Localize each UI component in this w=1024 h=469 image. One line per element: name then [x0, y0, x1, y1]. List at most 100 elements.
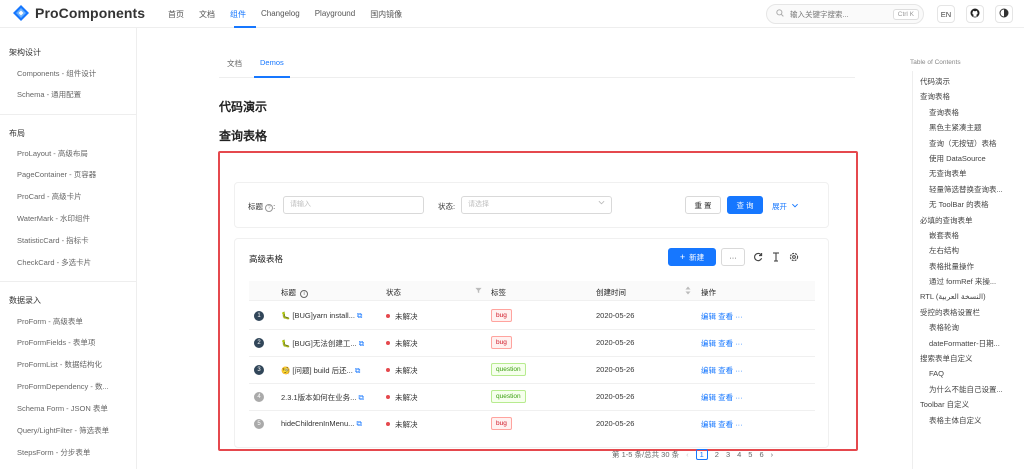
edit-link[interactable]: 编辑 — [701, 339, 716, 348]
view-link[interactable]: 查看 — [718, 393, 733, 402]
view-link[interactable]: 查看 — [718, 420, 733, 429]
more-actions-icon[interactable]: ··· — [735, 393, 743, 402]
sidebar-item-proformfields[interactable]: ProFormFields - 表单项 — [17, 337, 95, 348]
page-3[interactable]: 3 — [726, 450, 730, 459]
nav-playground[interactable]: Playground — [315, 9, 355, 20]
toc-item[interactable]: Toolbar 自定义 — [920, 399, 969, 410]
status-select[interactable]: 请选择 — [461, 196, 612, 214]
reset-button[interactable]: 重 置 — [685, 196, 721, 214]
toc-item[interactable]: 查询（无按钮）表格 — [929, 138, 997, 149]
new-button[interactable]: + 新建 — [668, 248, 716, 266]
sidebar-item-proform[interactable]: ProForm - 高级表单 — [17, 316, 83, 327]
prev-page-icon[interactable]: ‹ — [686, 450, 689, 459]
sort-icon[interactable] — [685, 286, 691, 297]
toc-item[interactable]: FAQ — [929, 369, 944, 378]
toc-item[interactable]: 表格批量操作 — [929, 261, 974, 272]
language-button[interactable]: EN — [937, 5, 955, 23]
logo[interactable]: ProComponents — [13, 5, 145, 21]
sidebar-item-stepsform[interactable]: StepsForm - 分步表单 — [17, 447, 90, 458]
column-status[interactable]: 状态 — [386, 287, 401, 298]
toc-item[interactable]: 查询表格 — [929, 107, 959, 118]
toc-item[interactable]: 受控的表格设置栏 — [920, 307, 980, 318]
copy-icon[interactable]: ⧉ — [357, 311, 362, 320]
pro-table: 高级表格 + 新建 ··· 标题 i 状态 标签 创建时间 操作 1 🐛 [BU… — [234, 238, 829, 448]
sidebar-item-statisticcard[interactable]: StatisticCard - 指标卡 — [17, 235, 89, 246]
more-button[interactable]: ··· — [721, 248, 745, 266]
filter-icon[interactable] — [475, 287, 482, 296]
more-actions-icon[interactable]: ··· — [735, 312, 743, 321]
sidebar-item-prolayout[interactable]: ProLayout - 高级布局 — [17, 148, 88, 159]
sidebar-item-schema[interactable]: Schema - 通用配置 — [17, 89, 81, 100]
sidebar-item-pagecontainer[interactable]: PageContainer - 页容器 — [17, 169, 96, 180]
nav-components[interactable]: 组件 — [230, 9, 246, 20]
next-page-icon[interactable]: › — [771, 450, 774, 459]
toc-item[interactable]: dateFormatter-日期... — [929, 338, 1000, 349]
edit-link[interactable]: 编辑 — [701, 312, 716, 321]
toc-item[interactable]: 为什么不能自己设置... — [929, 384, 1003, 395]
nav-docs[interactable]: 文档 — [199, 9, 215, 20]
nav-mirror[interactable]: 国内镜像 — [370, 9, 402, 20]
toc-item[interactable]: 左右结构 — [929, 245, 959, 256]
tab-demos[interactable]: Demos — [260, 58, 284, 69]
toc-item[interactable]: 代码演示 — [920, 76, 950, 87]
title-input[interactable]: 请输入 — [283, 196, 424, 214]
search-icon — [776, 9, 784, 19]
page-4[interactable]: 4 — [737, 450, 741, 459]
toc-item[interactable]: 通过 formRef 来操... — [929, 276, 996, 287]
column-created[interactable]: 创建时间 — [596, 287, 626, 298]
toc-item[interactable]: 使用 DataSource — [929, 153, 986, 164]
toc-item[interactable]: 查询表格 — [920, 91, 950, 102]
tab-docs[interactable]: 文档 — [227, 58, 242, 69]
copy-icon[interactable]: ⧉ — [359, 339, 364, 348]
edit-link[interactable]: 编辑 — [701, 366, 716, 375]
sidebar-item-checkcard[interactable]: CheckCard - 多选卡片 — [17, 257, 91, 268]
toc-item[interactable]: RTL (النسخة العربية) — [920, 292, 986, 301]
sidebar-item-proformlist[interactable]: ProFormList - 数据结构化 — [17, 359, 102, 370]
edit-link[interactable]: 编辑 — [701, 393, 716, 402]
toc-item[interactable]: 表格主体自定义 — [929, 415, 982, 426]
sidebar-item-components[interactable]: Components - 组件设计 — [17, 68, 96, 79]
toc-item[interactable]: 轻量筛选替换查询表... — [929, 184, 1003, 195]
github-button[interactable] — [966, 5, 984, 23]
view-link[interactable]: 查看 — [718, 339, 733, 348]
view-link[interactable]: 查看 — [718, 312, 733, 321]
column-title[interactable]: 标题 i — [281, 287, 309, 298]
search-button[interactable]: 查 询 — [727, 196, 763, 214]
sidebar-item-schemaform[interactable]: Schema Form - JSON 表单 — [17, 403, 108, 414]
sidebar-item-watermark[interactable]: WaterMark - 水印组件 — [17, 213, 90, 224]
toc-item[interactable]: 表格轮询 — [929, 322, 959, 333]
more-actions-icon[interactable]: ··· — [735, 366, 743, 375]
status-dot — [386, 395, 390, 399]
more-actions-icon[interactable]: ··· — [735, 420, 743, 429]
table-row: 2 🐛 [BUG]无法创建工... ⧉ 未解决 bug 2020-05-26 编… — [249, 330, 815, 357]
page-6[interactable]: 6 — [759, 450, 763, 459]
reload-icon[interactable] — [753, 252, 763, 264]
search-box[interactable]: Ctrl K — [766, 4, 924, 24]
toc-item[interactable]: 无 ToolBar 的表格 — [929, 199, 989, 210]
copy-icon[interactable]: ⧉ — [356, 419, 361, 428]
toc-item[interactable]: 必填的查询表单 — [920, 215, 973, 226]
density-icon[interactable] — [771, 252, 781, 264]
sidebar-item-procard[interactable]: ProCard - 高级卡片 — [17, 191, 82, 202]
edit-link[interactable]: 编辑 — [701, 420, 716, 429]
more-actions-icon[interactable]: ··· — [735, 339, 743, 348]
nav-changelog[interactable]: Changelog — [261, 9, 300, 20]
toc-item[interactable]: 嵌套表格 — [929, 230, 959, 241]
status-dot — [386, 422, 390, 426]
search-input[interactable] — [790, 9, 890, 19]
toc-item[interactable]: 搜索表单自定义 — [920, 353, 973, 364]
sidebar-item-queryfilter[interactable]: Query/LightFilter - 筛选表单 — [17, 425, 109, 436]
theme-toggle-button[interactable] — [995, 5, 1013, 23]
expand-toggle[interactable]: 展开 — [772, 201, 799, 212]
sidebar-item-proformdependency[interactable]: ProFormDependency - 数... — [17, 381, 109, 392]
copy-icon[interactable]: ⧉ — [359, 393, 364, 402]
page-5[interactable]: 5 — [748, 450, 752, 459]
page-2[interactable]: 2 — [715, 450, 719, 459]
nav-home[interactable]: 首页 — [168, 9, 184, 20]
toc-item[interactable]: 无查询表单 — [929, 168, 967, 179]
copy-icon[interactable]: ⧉ — [355, 366, 360, 375]
view-link[interactable]: 查看 — [718, 366, 733, 375]
toc-item[interactable]: 黑色主紧凑主题 — [929, 122, 982, 133]
page-1[interactable]: 1 — [695, 449, 708, 460]
settings-icon[interactable] — [789, 252, 799, 264]
